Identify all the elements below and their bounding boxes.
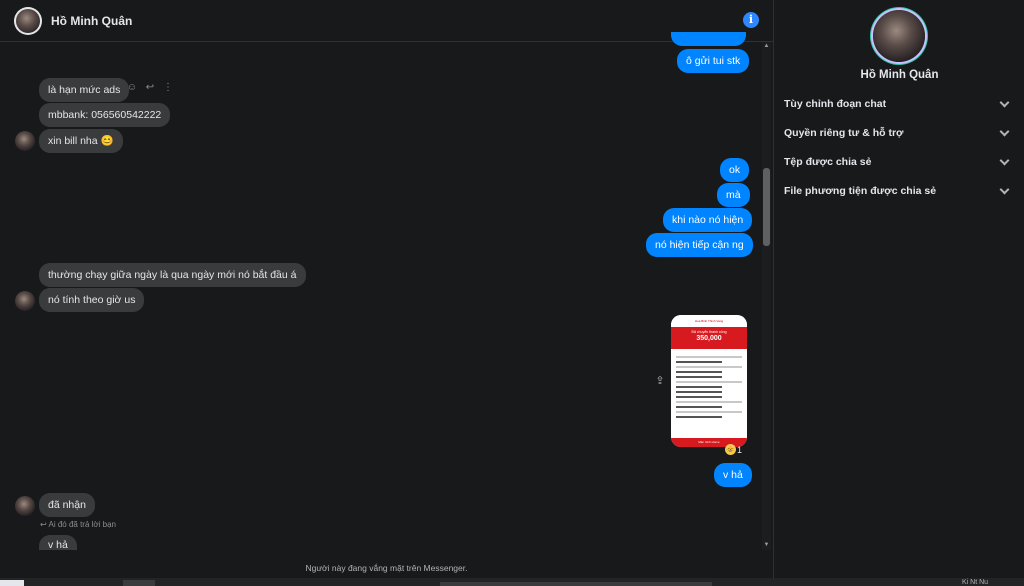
contact-name[interactable]: Hồ Minh Quân: [51, 14, 132, 28]
presence-status: Người này đang vắng mặt trên Messenger.: [305, 563, 468, 573]
more-options-icon[interactable]: ⋮: [162, 82, 174, 94]
message-bubble-incoming[interactable]: nó tính theo giờ us: [39, 288, 145, 312]
chevron-down-icon: [999, 157, 1009, 167]
message-bubble-outgoing-partial[interactable]: [671, 32, 746, 46]
chevron-down-icon: [999, 128, 1009, 138]
reply-indicator: ↩ Ai đó đã trả lời bạn: [40, 520, 116, 529]
chat-panel: Hồ Minh Quân i ô gửi tui stk là hạn mức …: [0, 0, 773, 586]
message-bubble-incoming[interactable]: là hạn mức ads: [39, 78, 130, 102]
profile-name[interactable]: Hồ Minh Quân: [774, 69, 1024, 81]
share-icon[interactable]: ⇪: [653, 374, 667, 388]
chat-scrollbar[interactable]: ▲ ▼: [762, 42, 771, 550]
message-bubble-outgoing[interactable]: ô gửi tui stk: [677, 49, 750, 73]
shared-files-item[interactable]: Tệp được chia sẻ: [784, 154, 1009, 170]
message-bubble-incoming[interactable]: xin bill nha 😊: [39, 129, 123, 153]
sender-avatar[interactable]: [15, 131, 35, 151]
message-bubble-incoming[interactable]: mbbank: 056560542222: [39, 103, 171, 127]
info-item-label: File phương tiện được chia sẻ: [784, 185, 937, 197]
sender-avatar[interactable]: [15, 496, 35, 516]
contact-avatar[interactable]: [14, 6, 42, 35]
info-item-label: Tùy chỉnh đoạn chat: [784, 98, 887, 110]
receipt-top-text: Hoa Binh Thinh Vang: [671, 315, 747, 327]
reply-icon[interactable]: ↩: [144, 82, 156, 94]
message-bubble-incoming[interactable]: đã nhận: [39, 493, 95, 517]
taskbar-item[interactable]: [123, 580, 155, 586]
scrollbar-thumb[interactable]: [763, 168, 770, 246]
scroll-down-arrow-icon[interactable]: ▼: [763, 542, 770, 549]
message-bubble-outgoing[interactable]: khi nào nó hiện: [663, 208, 753, 232]
react-emoji-icon[interactable]: ☺: [126, 82, 138, 94]
taskbar-item[interactable]: [440, 582, 712, 586]
chevron-down-icon: [999, 186, 1009, 196]
profile-avatar[interactable]: [873, 10, 925, 62]
receipt-label: Đã chuyển thành công: [691, 330, 727, 334]
taskbar-start[interactable]: [0, 580, 24, 586]
message-bubble-outgoing[interactable]: ok: [720, 158, 750, 182]
privacy-support-item[interactable]: Quyền riêng tư & hỗ trợ: [784, 125, 1009, 141]
reaction-count: 1: [737, 444, 743, 455]
messenger-window: Hồ Minh Quân i ô gửi tui stk là hạn mức …: [0, 0, 1024, 586]
reply-note-text: Ai đó đã trả lời bạn: [48, 520, 116, 529]
chevron-down-icon: [999, 99, 1009, 109]
message-reaction[interactable]: 😸 1: [725, 444, 742, 455]
taskbar-text: Ki Nt Nu: [962, 579, 989, 586]
info-item-label: Quyền riêng tư & hỗ trợ: [784, 127, 904, 139]
conversation-info-panel: Hồ Minh Quân Tùy chỉnh đoạn chat Quyền r…: [773, 0, 1024, 578]
message-bubble-incoming-partial[interactable]: v hả: [39, 535, 77, 551]
message-bubble-incoming[interactable]: thường chạy giữa ngày là qua ngày mới nó…: [39, 263, 306, 287]
customize-chat-item[interactable]: Tùy chỉnh đoạn chat: [784, 96, 1009, 112]
chat-header: Hồ Minh Quân i: [0, 0, 773, 42]
info-icon[interactable]: i: [743, 12, 759, 28]
info-item-label: Tệp được chia sẻ: [784, 156, 872, 168]
message-bubble-outgoing[interactable]: v hả: [714, 463, 752, 487]
message-bubble-outgoing[interactable]: mà: [717, 183, 750, 207]
receipt-amount: 350,000: [696, 335, 722, 342]
receipt-amount-band: Đã chuyển thành công 350,000: [671, 327, 747, 349]
reaction-emoji-icon: 😸: [725, 444, 736, 455]
sender-avatar[interactable]: [15, 291, 35, 311]
scroll-up-arrow-icon[interactable]: ▲: [763, 43, 770, 50]
shared-media-item[interactable]: File phương tiện được chia sẻ: [784, 183, 1009, 199]
message-bubble-outgoing[interactable]: nó hiện tiếp cận ng: [646, 233, 753, 257]
receipt-details: [671, 349, 747, 425]
message-actions: ☺ ↩ ⋮: [126, 82, 174, 94]
receipt-image-message[interactable]: Hoa Binh Thinh Vang Đã chuyển thành công…: [671, 315, 747, 447]
